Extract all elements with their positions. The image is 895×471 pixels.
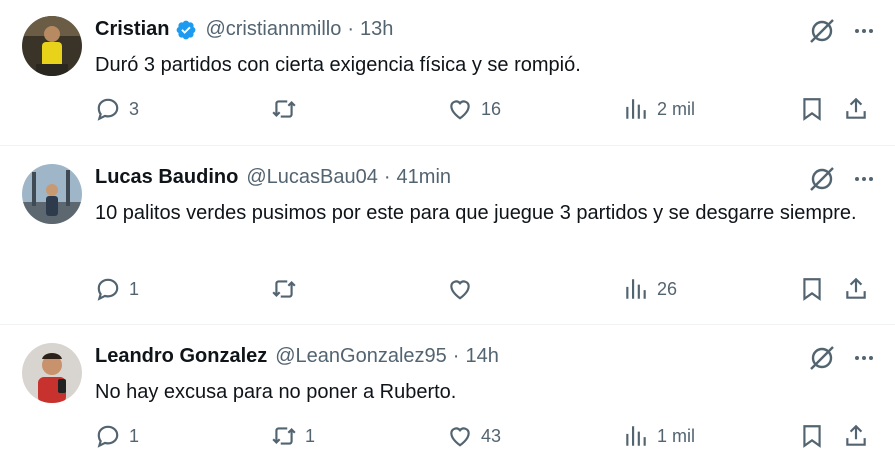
verified-badge-icon (177, 20, 196, 39)
avatar[interactable] (22, 343, 82, 403)
share-button[interactable] (843, 96, 869, 122)
more-options-icon[interactable] (853, 168, 875, 190)
bookmark-button[interactable] (799, 276, 825, 302)
reply-button[interactable]: 3 (95, 96, 139, 122)
views-button[interactable]: 26 (623, 276, 677, 302)
author-name[interactable]: Leandro Gonzalez (95, 345, 267, 368)
views-button[interactable]: 1 mil (623, 423, 695, 449)
views-count: 2 mil (657, 98, 696, 119)
author-handle[interactable]: @cristiannmillo (205, 18, 341, 41)
reply-count: 1 (129, 278, 140, 299)
tweet-text: No hay excusa para no poner a Ruberto. (95, 381, 457, 403)
like-button[interactable]: 16 (447, 96, 501, 122)
views-button[interactable]: 2 mil (623, 96, 695, 122)
timestamp[interactable]: 41min (397, 166, 451, 189)
action-bar: 1 1 43 1 mil (95, 423, 895, 453)
separator: · (383, 166, 391, 188)
views-icon (626, 99, 646, 119)
like-button[interactable]: 43 (447, 423, 501, 449)
author-handle[interactable]: @LucasBau04 (246, 166, 378, 189)
retweet-button[interactable] (271, 96, 305, 122)
views-count: 1 mil (657, 425, 696, 446)
tweet[interactable]: Leandro Gonzalez @LeanGonzalez95 · 14h N… (0, 325, 895, 471)
bookmark-button[interactable] (799, 423, 825, 449)
reply-icon (97, 278, 119, 301)
separator: · (347, 18, 355, 40)
tweet-text: 10 palitos verdes pusimos por este para … (95, 202, 857, 224)
retweet-button[interactable] (271, 276, 305, 302)
action-bar: 1 26 (95, 276, 895, 306)
bookmark-icon (803, 98, 821, 121)
bookmark-icon (803, 425, 821, 448)
grok-icon[interactable] (807, 343, 837, 373)
grok-icon[interactable] (807, 164, 837, 194)
like-count: 43 (481, 425, 502, 446)
reply-button[interactable]: 1 (95, 276, 139, 302)
bookmark-icon (803, 278, 821, 301)
timestamp[interactable]: 14h (465, 345, 498, 368)
grok-icon[interactable] (807, 16, 837, 46)
tweet[interactable]: Cristian @cristiannmillo · 13h Duró 3 pa… (0, 0, 895, 146)
retweet-count: 1 (305, 425, 316, 446)
share-icon (846, 424, 866, 446)
reply-button[interactable]: 1 (95, 423, 139, 449)
tweet-text: Duró 3 partidos con cierta exigencia fís… (95, 54, 581, 76)
author-name[interactable]: Lucas Baudino (95, 166, 238, 189)
action-bar: 3 16 2 mil (95, 96, 895, 126)
avatar[interactable] (22, 164, 82, 224)
avatar[interactable] (22, 16, 82, 76)
heart-icon (450, 280, 470, 300)
share-icon (846, 277, 866, 299)
share-button[interactable] (843, 276, 869, 302)
share-button[interactable] (843, 423, 869, 449)
timestamp[interactable]: 13h (360, 18, 393, 41)
retweet-button[interactable]: 1 (271, 423, 315, 449)
more-options-icon[interactable] (853, 20, 875, 42)
heart-icon (450, 427, 470, 447)
views-icon (626, 279, 646, 299)
reply-count: 3 (129, 98, 140, 119)
heart-icon (450, 100, 470, 120)
separator: · (452, 345, 460, 367)
like-button[interactable] (447, 276, 481, 302)
views-count: 26 (657, 278, 678, 299)
more-options-icon[interactable] (853, 347, 875, 369)
tweet[interactable]: Lucas Baudino @LucasBau04 · 41min 10 pal… (0, 146, 895, 325)
reply-icon (97, 425, 119, 448)
views-icon (626, 426, 646, 446)
reply-count: 1 (129, 425, 140, 446)
retweet-icon (272, 100, 296, 118)
bookmark-button[interactable] (799, 96, 825, 122)
author-name[interactable]: Cristian (95, 18, 169, 41)
author-handle[interactable]: @LeanGonzalez95 (275, 345, 447, 368)
retweet-icon (272, 427, 296, 445)
reply-icon (97, 98, 119, 121)
share-icon (846, 97, 866, 119)
retweet-icon (272, 280, 296, 298)
like-count: 16 (481, 98, 502, 119)
